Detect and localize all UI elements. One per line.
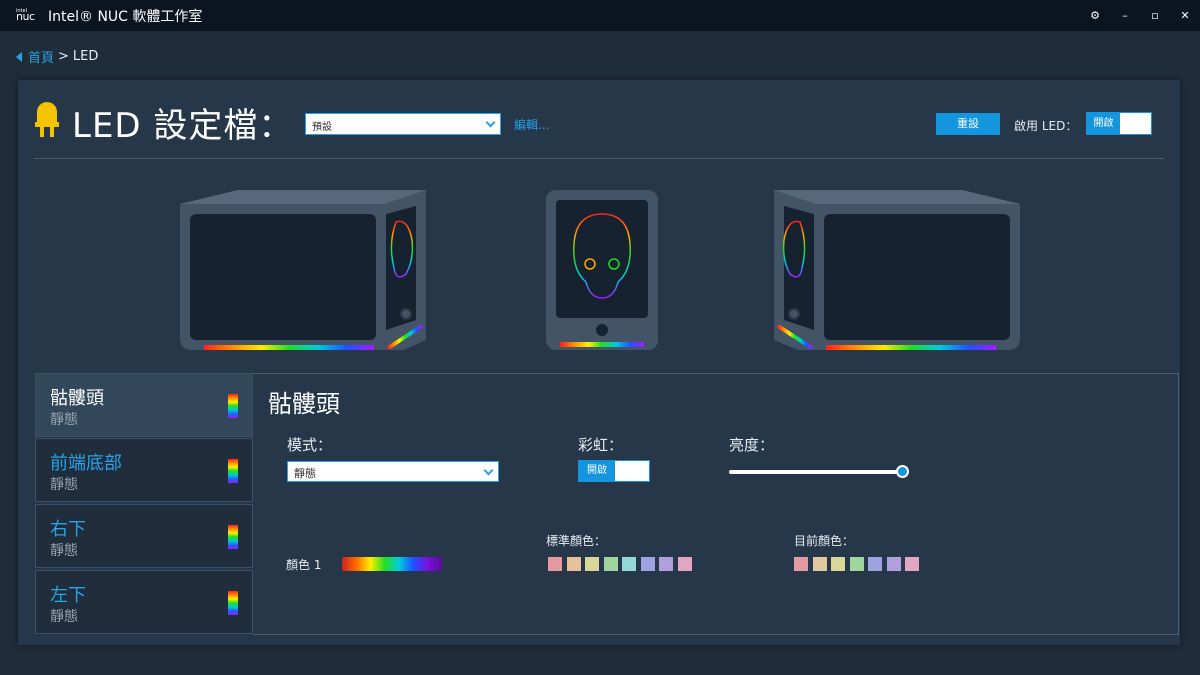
zone-item-bottom-left[interactable]: 左下 靜態 <box>35 570 253 634</box>
color1-label: 顏色 1 <box>286 558 322 572</box>
minimize-button[interactable]: – <box>1110 0 1140 31</box>
breadcrumb: 首頁 > LED <box>16 47 98 66</box>
zone-state: 靜態 <box>50 412 78 428</box>
chevron-down-icon <box>483 465 494 476</box>
zone-state: 靜態 <box>50 609 78 625</box>
current-color-swatch[interactable] <box>886 557 901 571</box>
led-header: LED 設定檔： 預設 編輯... 重設 啟用 LED： 開啟 <box>18 80 1180 160</box>
reset-button[interactable]: 重設 <box>936 113 1000 135</box>
breadcrumb-separator: > <box>58 49 69 64</box>
page-title: LED 設定檔： <box>72 106 294 146</box>
breadcrumb-current: LED <box>72 49 99 64</box>
breadcrumb-home-link[interactable]: 首頁 <box>28 47 54 66</box>
device-right-view <box>774 190 1020 350</box>
zone-detail-title: 骷髏頭 <box>268 390 340 418</box>
back-arrow-icon[interactable] <box>16 51 22 62</box>
title-bar: intel nuc Intel® NUC 軟體工作室 ⚙ – ▫ ✕ <box>0 0 1200 31</box>
zone-state: 靜態 <box>50 543 78 559</box>
rainbow-indicator-icon <box>228 525 238 549</box>
enable-led-toggle[interactable]: 開啟 <box>1086 112 1152 135</box>
rainbow-indicator-icon <box>228 394 238 418</box>
device-illustrations <box>180 190 1020 350</box>
current-colors-label: 目前顏色： <box>794 534 855 548</box>
close-button[interactable]: ✕ <box>1170 0 1200 31</box>
edit-profile-link[interactable]: 編輯... <box>514 116 549 133</box>
brightness-slider-thumb[interactable] <box>896 465 909 478</box>
app-title: Intel® NUC 軟體工作室 <box>48 8 203 25</box>
zone-name: 骷髏頭 <box>50 388 104 409</box>
mode-select[interactable]: 靜態 <box>287 461 499 482</box>
rainbow-toggle-on: 開啟 <box>579 461 615 481</box>
zone-detail-panel: 骷髏頭 模式： 靜態 彩虹： 開啟 亮度： 顏色 1 標準顏色： 目前顏色： <box>253 373 1179 635</box>
standard-color-swatch[interactable] <box>566 557 581 571</box>
intel-nuc-logo: intel nuc <box>16 8 40 24</box>
current-color-swatch[interactable] <box>849 557 864 571</box>
mode-select-value: 靜態 <box>294 467 316 480</box>
profile-select[interactable]: 預設 <box>305 113 501 135</box>
enable-led-label: 啟用 LED： <box>1014 119 1078 133</box>
zone-name: 左下 <box>50 585 86 606</box>
settings-icon[interactable]: ⚙ <box>1080 0 1110 31</box>
standard-color-swatch[interactable] <box>603 557 618 571</box>
zone-state: 靜態 <box>50 477 78 493</box>
current-color-swatch[interactable] <box>868 557 882 571</box>
standard-color-swatch[interactable] <box>677 557 692 571</box>
zone-name: 前端底部 <box>50 453 122 474</box>
rainbow-toggle[interactable]: 開啟 <box>578 460 650 482</box>
led-panel: LED 設定檔： 預設 編輯... 重設 啟用 LED： 開啟 骷髏頭 靜態 前… <box>18 80 1180 645</box>
current-color-swatch[interactable] <box>905 557 919 571</box>
brightness-slider[interactable] <box>729 470 901 474</box>
standard-color-swatch[interactable] <box>548 557 562 571</box>
standard-colors-label: 標準顏色： <box>546 534 607 548</box>
color1-gradient-swatch[interactable] <box>342 557 442 571</box>
rainbow-label: 彩虹： <box>578 436 624 454</box>
header-divider <box>34 158 1164 159</box>
enable-led-toggle-on: 開啟 <box>1087 113 1120 134</box>
maximize-button[interactable]: ▫ <box>1140 0 1170 31</box>
zone-item-bottom-right[interactable]: 右下 靜態 <box>35 504 253 568</box>
standard-color-swatch[interactable] <box>622 557 636 571</box>
led-bulb-icon <box>35 102 59 137</box>
standard-color-swatch[interactable] <box>585 557 599 571</box>
led-zone-list: 骷髏頭 靜態 前端底部 靜態 右下 靜態 左下 靜態 <box>35 373 253 635</box>
logo-bottom-text: nuc <box>16 9 35 23</box>
device-front-view <box>546 190 658 350</box>
zone-item-skull[interactable]: 骷髏頭 靜態 <box>35 373 253 437</box>
current-color-swatch[interactable] <box>812 557 827 571</box>
profile-select-value: 預設 <box>312 122 332 133</box>
brightness-label: 亮度： <box>729 436 775 454</box>
current-color-swatch[interactable] <box>831 557 845 571</box>
chevron-down-icon <box>485 117 496 128</box>
rainbow-indicator-icon <box>228 459 238 483</box>
mode-label: 模式： <box>287 436 333 454</box>
zone-name: 右下 <box>50 519 86 540</box>
standard-color-swatch[interactable] <box>659 557 673 571</box>
current-color-swatch[interactable] <box>794 557 808 571</box>
standard-color-swatch[interactable] <box>640 557 655 571</box>
rainbow-indicator-icon <box>228 591 238 615</box>
zone-item-front-bottom[interactable]: 前端底部 靜態 <box>35 438 253 502</box>
device-left-view <box>180 190 426 350</box>
